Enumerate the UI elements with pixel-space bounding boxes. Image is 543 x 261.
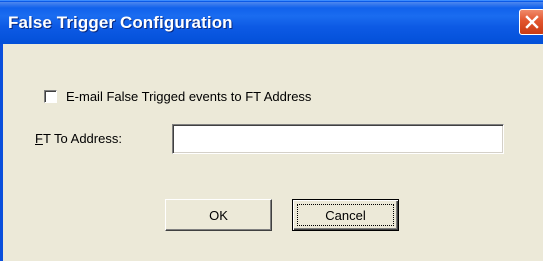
ft-to-address-input[interactable] (172, 124, 504, 154)
ok-button-label: OK (209, 207, 228, 223)
cancel-button-label: Cancel (325, 207, 366, 223)
dialog-title: False Trigger Configuration (8, 13, 233, 32)
ok-button[interactable]: OK (165, 199, 272, 231)
window-left-border (0, 44, 3, 261)
email-false-trigger-label: E-mail False Trigged events to FT Addres… (66, 88, 312, 104)
title-bar[interactable]: False Trigger Configuration (0, 0, 543, 44)
close-icon (525, 15, 539, 29)
ft-to-address-label-text: T To Address: (42, 131, 122, 146)
ft-to-address-label-mnemonic: F (35, 131, 43, 146)
cancel-button[interactable]: Cancel (292, 199, 399, 231)
title-bar-highlight (0, 2, 543, 8)
dialog-window: False Trigger Configuration E-mail False… (0, 0, 543, 261)
ft-to-address-label: FT To Address: (35, 131, 122, 146)
email-false-trigger-option[interactable]: E-mail False Trigged events to FT Addres… (44, 88, 311, 104)
close-button[interactable] (519, 9, 543, 35)
email-false-trigger-checkbox[interactable] (44, 89, 57, 103)
